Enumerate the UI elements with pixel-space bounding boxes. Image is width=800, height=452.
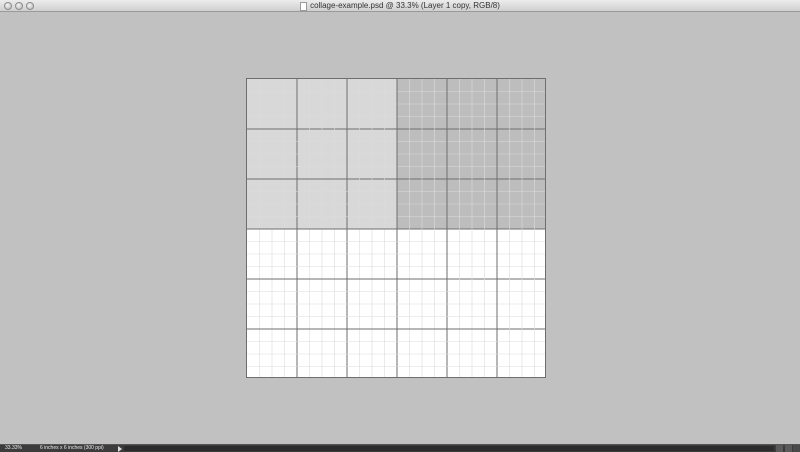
horizontal-scrollbar[interactable] [124, 446, 774, 451]
title-bar[interactable]: collage-example.psd @ 33.3% (Layer 1 cop… [0, 0, 800, 12]
canvas-area[interactable] [0, 13, 800, 444]
document-icon [300, 1, 308, 11]
scroll-left-button[interactable] [776, 445, 783, 452]
window-title: collage-example.psd @ 33.3% (Layer 1 cop… [310, 1, 500, 10]
resize-grip[interactable] [793, 445, 800, 452]
title-container: collage-example.psd @ 33.3% (Layer 1 cop… [0, 0, 800, 12]
status-bar: 33.33% 6 inches x 6 inches (300 ppi) [0, 444, 800, 452]
triangle-right-icon[interactable] [118, 446, 122, 452]
document-info: 6 inches x 6 inches (300 ppi) [40, 445, 104, 451]
photoshop-document-window: collage-example.psd @ 33.3% (Layer 1 cop… [0, 0, 800, 452]
zoom-level-field[interactable]: 33.33% [2, 445, 32, 452]
grid-overlay [247, 79, 545, 377]
document-canvas[interactable] [246, 78, 546, 378]
scroll-right-button[interactable] [785, 445, 792, 452]
